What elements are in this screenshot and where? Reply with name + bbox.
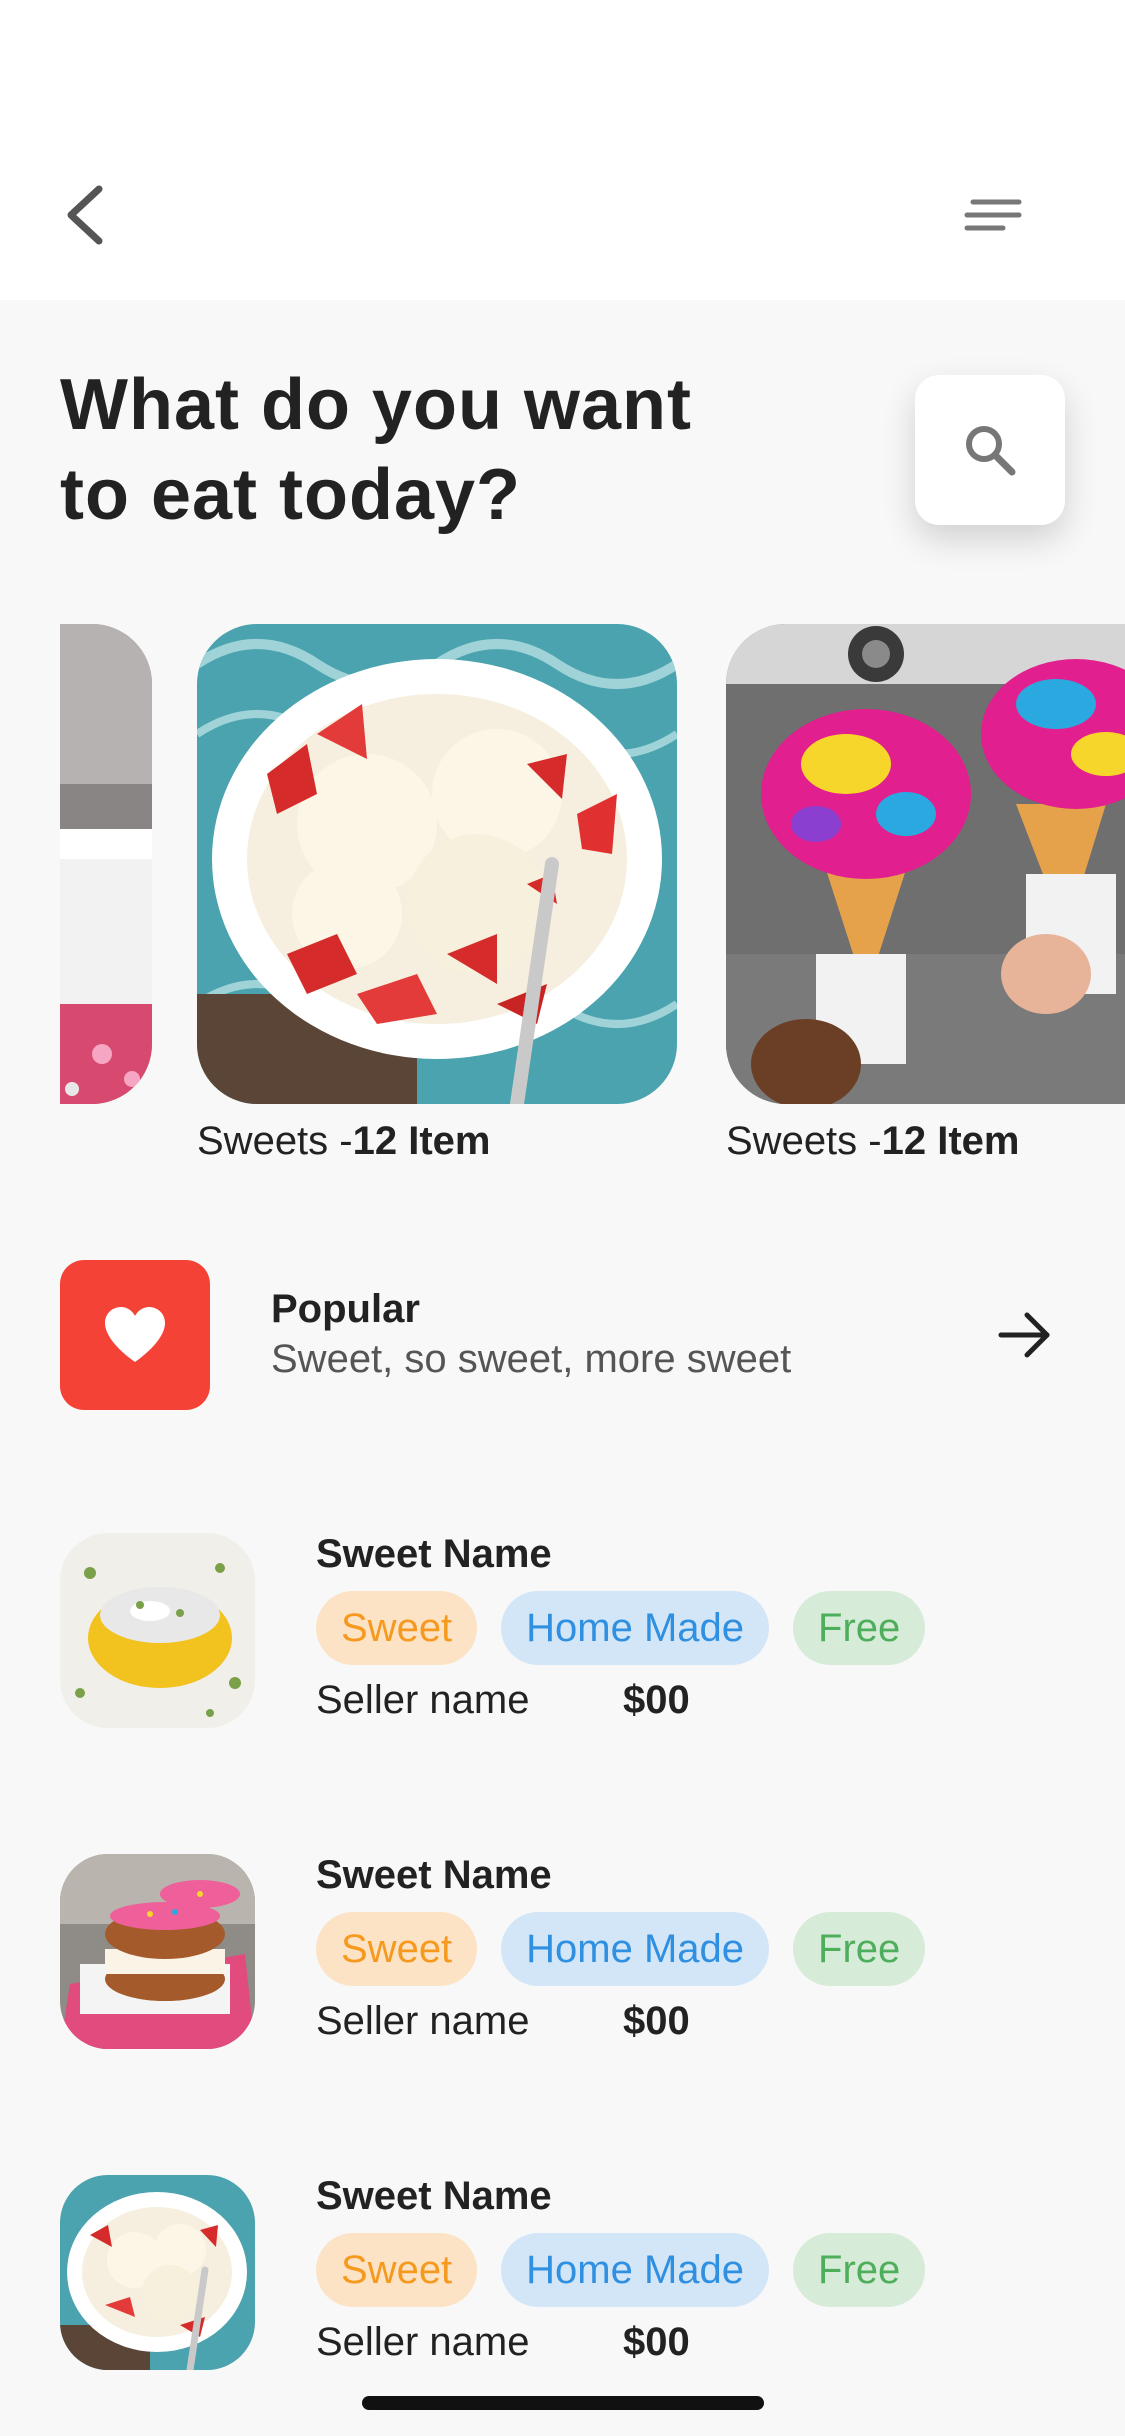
category-label-prefix: Sweets - — [197, 1119, 353, 1163]
item-tags: Sweet Home Made Free — [316, 1912, 926, 1986]
cake-on-plate-photo — [60, 624, 152, 1104]
category-carousel[interactable]: Sweets -12 Item Sweets -12 Item — [60, 624, 1125, 1184]
page-title-line-2: to eat today? — [60, 455, 522, 535]
item-tags: Sweet Home Made Free — [316, 1591, 926, 1665]
tag-sweet: Sweet — [316, 1912, 478, 1986]
category-item-count: 12 Item — [352, 1119, 491, 1163]
back-button[interactable] — [50, 168, 120, 262]
search-button[interactable] — [915, 375, 1065, 525]
list-item[interactable]: Sweet Name Sweet Home Made Free Seller n… — [60, 1532, 1065, 1733]
item-price: $00 — [623, 1999, 690, 2043]
rainbow-ice-cream-cones-photo — [726, 624, 1125, 1104]
popular-title: Popular — [271, 1287, 420, 1331]
arrow-right-icon — [997, 1310, 1053, 1360]
ice-cream-bowl-strawberries-photo — [197, 624, 677, 1104]
heart-icon — [103, 1306, 167, 1364]
ice-cream-bowl-photo — [60, 2175, 255, 2370]
menu-button[interactable] — [945, 180, 1040, 250]
tag-free: Free — [793, 1912, 926, 1986]
donut-sandwich-photo — [60, 1854, 255, 2049]
tag-home-made: Home Made — [501, 1912, 770, 1986]
tag-free: Free — [793, 2233, 926, 2307]
item-name: Sweet Name — [316, 2174, 552, 2218]
tag-sweet: Sweet — [316, 2233, 478, 2307]
item-seller: Seller name — [316, 2320, 530, 2364]
category-item-count: 12 Item — [881, 1119, 1020, 1163]
item-tags: Sweet Home Made Free — [316, 2233, 926, 2307]
item-price: $00 — [623, 2320, 690, 2364]
popular-badge — [60, 1260, 210, 1410]
tag-free: Free — [793, 1591, 926, 1665]
category-card[interactable]: Sweets -12 Item — [197, 624, 677, 1163]
category-card-label: Sweets -12 Item — [726, 1112, 1019, 1170]
tag-home-made: Home Made — [501, 2233, 770, 2307]
tag-sweet: Sweet — [316, 1591, 478, 1665]
popular-see-all-button[interactable] — [990, 1300, 1060, 1370]
category-card[interactable] — [60, 624, 152, 1104]
chevron-left-icon — [63, 183, 107, 247]
tag-home-made: Home Made — [501, 1591, 770, 1665]
page-title-line-1: What do you want — [60, 365, 692, 445]
home-indicator[interactable] — [362, 2396, 764, 2410]
item-seller: Seller name — [316, 1999, 530, 2043]
popular-subtitle: Sweet, so sweet, more sweet — [271, 1337, 792, 1381]
page-title: What do you want to eat today? — [60, 360, 860, 540]
list-item[interactable]: Sweet Name Sweet Home Made Free Seller n… — [60, 2174, 1065, 2375]
category-card[interactable]: Sweets -12 Item — [726, 624, 1125, 1163]
category-label-prefix: Sweets - — [726, 1119, 882, 1163]
item-price: $00 — [623, 1678, 690, 1722]
list-item[interactable]: Sweet Name Sweet Home Made Free Seller n… — [60, 1853, 1065, 2054]
menu-lines-icon — [963, 197, 1023, 233]
item-name: Sweet Name — [316, 1853, 552, 1897]
search-icon — [960, 420, 1020, 480]
pistachio-sweet-photo — [60, 1533, 255, 1728]
top-bar — [0, 0, 1125, 300]
item-name: Sweet Name — [316, 1532, 552, 1576]
item-seller: Seller name — [316, 1678, 530, 1722]
category-card-label: Sweets -12 Item — [197, 1112, 490, 1170]
